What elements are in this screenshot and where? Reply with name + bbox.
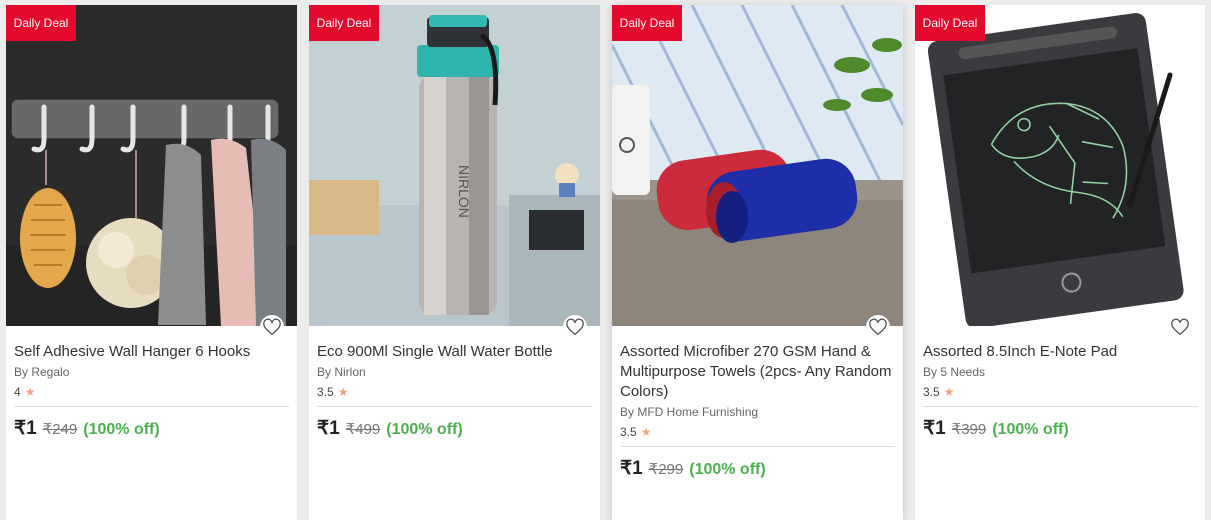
product-rating: 3.5 ★ [317,385,348,399]
price-row: ₹1 ₹249 (100% off) [14,417,160,440]
sale-price: ₹1 [923,418,946,439]
sale-price: ₹1 [620,458,643,479]
price-row: ₹1 ₹499 (100% off) [317,417,463,440]
product-card[interactable]: Daily Deal Assorted 8.5Inch E-Note Pad B… [915,5,1205,520]
discount-label: (100% off) [992,421,1069,438]
product-card[interactable]: Daily Deal Assorted Microfiber 270 GSM H… [612,5,903,520]
discount-label: (100% off) [83,421,160,438]
product-title[interactable]: Assorted 8.5Inch E-Note Pad [923,342,1198,362]
sale-price: ₹1 [14,418,37,439]
price-row: ₹1 ₹299 (100% off) [620,457,766,480]
product-brand: By Nirlon [317,365,366,379]
product-rating: 3.5 ★ [620,425,651,439]
daily-deal-badge: Daily Deal [309,5,379,41]
sale-price: ₹1 [317,418,340,439]
product-card[interactable]: Daily Deal Self Adhesive Wall Hanger 6 H… [6,5,297,520]
price-row: ₹1 ₹399 (100% off) [923,417,1069,440]
product-brand: By 5 Needs [923,365,986,379]
wishlist-heart-icon[interactable] [563,315,587,339]
discount-label: (100% off) [689,461,766,478]
discount-label: (100% off) [386,421,463,438]
product-title[interactable]: Eco 900Ml Single Wall Water Bottle [317,342,592,362]
wishlist-heart-icon[interactable] [866,315,890,339]
product-card[interactable]: NIRLON Daily Deal Eco 900Ml Single Wall … [309,5,600,520]
product-title[interactable]: Assorted Microfiber 270 GSM Hand & Multi… [620,342,895,402]
star-icon: ★ [337,385,349,399]
star-icon: ★ [943,385,955,399]
wishlist-heart-icon[interactable] [1168,315,1192,339]
product-brand: By Regalo [14,365,70,379]
product-image[interactable]: NIRLON [309,5,600,326]
rating-value: 4 [14,385,21,399]
star-icon: ★ [24,385,36,399]
divider [14,406,289,407]
rating-value: 3.5 [317,385,334,399]
product-image[interactable] [6,5,297,326]
divider [317,406,592,407]
wishlist-heart-icon[interactable] [260,315,284,339]
product-rating: 4 ★ [14,385,35,399]
daily-deal-badge: Daily Deal [6,5,76,41]
product-brand: By MFD Home Furnishing [620,405,759,419]
product-rating: 3.5 ★ [923,385,954,399]
original-price: ₹399 [951,421,987,438]
rating-value: 3.5 [923,385,940,399]
original-price: ₹499 [345,421,381,438]
divider [923,406,1198,407]
daily-deal-badge: Daily Deal [915,5,985,41]
svg-text:NIRLON: NIRLON [456,165,472,218]
daily-deal-badge: Daily Deal [612,5,682,41]
original-price: ₹249 [42,421,78,438]
original-price: ₹299 [648,461,684,478]
star-icon: ★ [640,425,652,439]
product-title[interactable]: Self Adhesive Wall Hanger 6 Hooks [14,342,289,362]
product-image[interactable] [915,5,1205,326]
divider [620,446,895,447]
product-image[interactable] [612,5,903,326]
rating-value: 3.5 [620,425,637,439]
